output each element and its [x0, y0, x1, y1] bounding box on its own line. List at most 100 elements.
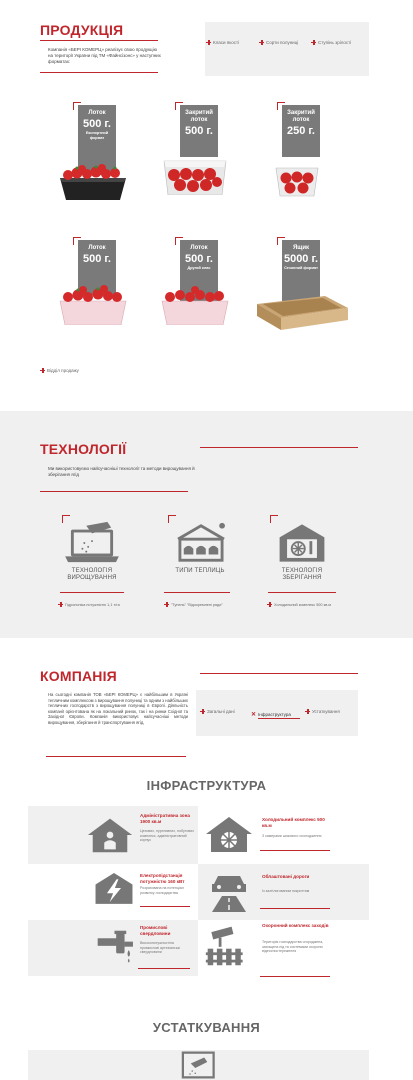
tech-note-text: "Тунель" "Відокремлені ряди" — [171, 603, 223, 607]
infra-item-desc: Територія господарства огороджена, захищ… — [262, 940, 324, 954]
infra-item-rule — [260, 908, 330, 909]
plus-icon — [267, 602, 272, 607]
company-intro-rule — [46, 756, 186, 757]
tab-infrastructure[interactable]: ✕ Інфраструктура — [251, 711, 291, 718]
closed-tray-image — [163, 160, 227, 195]
infra-item-rule — [260, 976, 330, 977]
house-person-icon — [87, 818, 133, 853]
products-intro: Компанія «БЕРІ КОМЕРЦ» реалізує свою про… — [48, 47, 161, 64]
product-type: Лоток — [88, 110, 106, 116]
filter-strawberry-varieties[interactable]: Сорти полуниці — [259, 40, 298, 45]
company-intro: На сьогодні компанія ТОВ «БЕРІ КОМЕРЦ» є… — [48, 692, 188, 725]
tab-equipment[interactable]: Устаткування — [305, 709, 340, 714]
product-weight: 250 г. — [287, 125, 315, 137]
tech-item-rule — [60, 592, 124, 593]
filter-ripeness[interactable]: Ступінь зрілості — [311, 40, 351, 45]
plus-icon — [305, 709, 310, 714]
product-card[interactable]: Лоток 500 г. Експортний формат — [58, 102, 138, 225]
infra-item-title: Адміністративна зона 1900 кв.м — [140, 813, 190, 824]
product-card[interactable]: Ящик 5000 г. Сезонний формат — [255, 237, 350, 360]
products-intro-rule — [40, 72, 158, 73]
plus-icon — [58, 602, 63, 607]
infra-item-title: Електропідстанція потужністю 160 кВт — [140, 873, 185, 884]
tech-item-note: "Тунель" "Відокремлені ряди" — [164, 602, 236, 608]
cold-storage-icon — [279, 524, 325, 562]
infra-item-rule — [138, 968, 190, 969]
product-type: Закритий лоток — [287, 110, 315, 123]
product-type: Лоток — [190, 245, 208, 251]
tech-item-note: Гідропоніка потужністю 1,1 т/га — [58, 602, 128, 608]
tech-note-text: Холодильний комплекс 500 кв.м — [274, 603, 331, 607]
water-tap-icon — [97, 930, 133, 963]
house-fan-icon — [206, 817, 252, 852]
tech-intro-rule — [40, 491, 188, 492]
filter-label: Класи якості — [213, 40, 240, 45]
infra-item-title: Охоронний комплекс заходів — [262, 923, 329, 928]
plus-icon — [206, 40, 211, 45]
infra-item-rule — [140, 906, 190, 907]
products-filter-box — [205, 22, 369, 76]
product-type: Ящик — [292, 245, 310, 251]
plus-icon — [259, 40, 264, 45]
product-subtitle: Експортний формат — [85, 131, 109, 140]
cardboard-box-image — [257, 296, 348, 330]
pink-tray-second-class-image — [161, 286, 229, 325]
company-title-rule — [200, 673, 358, 674]
close-icon: ✕ — [251, 712, 257, 718]
product-weight: 500 г. — [83, 118, 111, 130]
product-weight: 500 г. — [185, 253, 213, 265]
lightning-icon — [95, 873, 133, 904]
greenhouse-icon — [177, 522, 225, 562]
tech-note-text: Гідропоніка потужністю 1,1 т/га — [65, 603, 120, 607]
laptop-watering-icon — [181, 1051, 215, 1079]
tech-item-rule — [164, 592, 230, 593]
tech-item-title: ТЕХНОЛОГІЯ ЗБЕРІГАННЯ — [281, 568, 323, 581]
tech-item-title: ТИПИ ТЕПЛИЦЬ — [175, 568, 225, 574]
road-car-icon — [212, 876, 246, 912]
tab-label: Інфраструктура — [258, 712, 291, 717]
product-weight: 500 г. — [185, 125, 213, 137]
filter-label: Ступінь зрілості — [318, 40, 352, 45]
closed-tray-small-image — [275, 167, 319, 197]
plus-icon — [164, 602, 169, 607]
product-card[interactable]: Закритий лоток 250 г. — [262, 102, 342, 225]
infra-item-desc: Цехових, пуртливних, побутових комплекс,… — [140, 829, 195, 843]
tab-label: Загальні дані — [207, 709, 235, 714]
sales-department-link[interactable]: Відділ продажу — [40, 368, 79, 373]
product-type: Закритий лоток — [185, 110, 213, 123]
product-weight: 5000 г. — [283, 253, 319, 265]
infra-item-desc: Високопотужностіна промислові артезіансь… — [140, 941, 180, 955]
tab-label: Устаткування — [312, 709, 340, 714]
tech-item-note: Холодильний комплекс 500 кв.м — [267, 602, 339, 608]
product-label: Закритий лоток 500 г. — [180, 105, 218, 157]
filter-quality-classes[interactable]: Класи якості — [206, 40, 239, 45]
tech-item-title: ТЕХНОЛОГІЯ ВИРОЩУВАННЯ — [67, 568, 117, 581]
active-tab-underline — [258, 718, 300, 719]
tech-item-rule — [268, 592, 336, 593]
infra-item-title: Холодильний комплекс 500 кв.м — [262, 817, 325, 828]
product-weight: 500 г. — [83, 253, 111, 265]
product-type: Лоток — [88, 245, 106, 251]
laptop-watering-icon — [65, 521, 119, 563]
equipment-title: УСТАТКУВАННЯ — [152, 1020, 261, 1035]
tech-intro: Ми використовуємо найсучасніші технологі… — [48, 466, 195, 477]
product-card[interactable]: Лоток 500 г. — [58, 237, 138, 360]
infra-item-desc: Розрахована на потенціал розвитку господ… — [140, 886, 184, 895]
product-subtitle: Другий клас — [187, 266, 211, 270]
tech-title-rule — [200, 447, 358, 448]
products-title-rule — [40, 40, 158, 41]
infrastructure-title: ІНФРАСТРУКТУРА — [146, 778, 267, 793]
infra-item-desc: З камерами шокового охолодження — [262, 834, 322, 838]
plus-icon — [311, 40, 316, 45]
infra-item-rule — [260, 850, 330, 851]
infra-item-desc: Із зазтільтованим покриттям — [262, 889, 310, 893]
product-card[interactable]: Закритий лоток 500 г. — [160, 102, 240, 225]
plus-icon — [40, 368, 45, 373]
sales-link-label: Відділ продажу — [47, 368, 79, 373]
product-card[interactable]: Лоток 500 г. Другий клас — [160, 237, 240, 360]
tab-general-data[interactable]: Загальні дані — [200, 709, 235, 714]
camera-fence-icon — [205, 926, 243, 966]
products-title: ПРОДУКЦІЯ — [40, 22, 124, 38]
black-tray-image — [60, 164, 126, 200]
product-subtitle: Сезонний формат — [284, 266, 318, 270]
